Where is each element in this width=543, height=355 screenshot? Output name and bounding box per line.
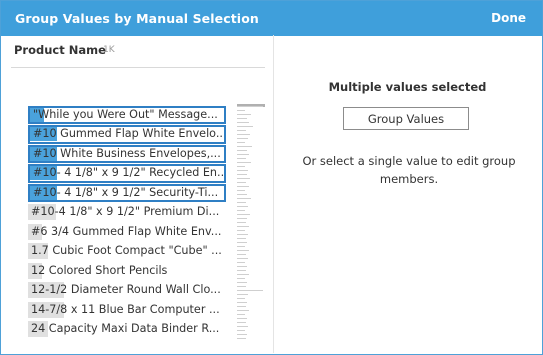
overview-mark bbox=[237, 274, 249, 275]
value-label: #10 White Business Envelopes,... bbox=[33, 146, 221, 160]
value-row[interactable]: 14-7/8 x 11 Blue Bar Computer ... bbox=[28, 301, 226, 319]
value-label: 1.7 Cubic Foot Compact "Cube" ... bbox=[31, 244, 222, 258]
overview-mark bbox=[237, 262, 245, 263]
overview-mark bbox=[237, 250, 249, 251]
overview-mark bbox=[237, 202, 246, 203]
overview-mark bbox=[237, 230, 245, 231]
overview-mark bbox=[237, 110, 245, 111]
overview-mark bbox=[237, 318, 247, 319]
overview-mark bbox=[237, 278, 245, 279]
overview-mark bbox=[237, 198, 251, 199]
overview-mark bbox=[237, 330, 245, 331]
value-row[interactable]: "While you Were Out" Message... bbox=[28, 106, 226, 125]
selection-status: Multiple values selected bbox=[328, 80, 487, 94]
field-name: Product Name bbox=[14, 43, 106, 57]
value-label: 12 Colored Short Pencils bbox=[31, 263, 168, 277]
value-row[interactable]: #6 3/4 Gummed Flap White Env... bbox=[28, 223, 226, 241]
overview-mark bbox=[237, 266, 247, 267]
value-row[interactable]: #10- 4 1/8" x 9 1/2" Recycled En... bbox=[28, 164, 226, 183]
overview-mark bbox=[237, 186, 249, 187]
overview-mark bbox=[237, 338, 246, 339]
overview-mark bbox=[237, 190, 245, 191]
overview-mark bbox=[237, 270, 246, 271]
overview-mark bbox=[237, 210, 245, 211]
overview-mark bbox=[237, 226, 249, 227]
overview-mark bbox=[237, 294, 248, 295]
value-label: 12-1/2 Diameter Round Wall Clo... bbox=[31, 283, 221, 297]
overview-mark bbox=[237, 178, 250, 179]
overview-mark bbox=[237, 310, 249, 311]
dialog-titlebar: Group Values by Manual Selection Done bbox=[1, 1, 542, 36]
field-header-rule bbox=[11, 67, 265, 68]
overview-mark bbox=[237, 158, 246, 159]
overview-mark bbox=[237, 298, 245, 299]
value-label: 14-7/8 x 11 Blue Bar Computer ... bbox=[31, 302, 220, 316]
overview-mark bbox=[237, 170, 248, 171]
overview-mark bbox=[237, 146, 252, 147]
overview-mark bbox=[237, 246, 245, 247]
overview-mark bbox=[237, 326, 248, 327]
value-row[interactable]: #10 Gummed Flap White Envelo... bbox=[28, 125, 226, 144]
overview-mark bbox=[237, 166, 245, 167]
value-row[interactable]: 12 Colored Short Pencils bbox=[28, 262, 226, 280]
value-label: #10- 4 1/8" x 9 1/2" Recycled En... bbox=[33, 166, 226, 180]
overview-mark bbox=[237, 238, 246, 239]
overview-mark bbox=[237, 138, 248, 139]
overview-mark bbox=[237, 254, 246, 255]
overview-mark bbox=[237, 174, 247, 175]
value-row[interactable]: #10- 4 1/8" x 9 1/2" Security-Ti... bbox=[28, 183, 226, 203]
overview-mark bbox=[237, 290, 263, 291]
overview-mark bbox=[237, 258, 248, 259]
value-label: #10-4 1/8" x 9 1/2" Premium Di... bbox=[31, 205, 220, 219]
overview-mark bbox=[237, 150, 247, 151]
value-label: 24 Capacity Maxi Data Binder R... bbox=[31, 322, 220, 336]
list-overview-scrollbar[interactable] bbox=[237, 104, 265, 344]
value-label: "While you Were Out" Message... bbox=[33, 108, 218, 121]
overview-mark bbox=[237, 162, 251, 163]
overview-mark bbox=[237, 302, 247, 303]
value-row[interactable]: 12-1/2 Diameter Round Wall Clo... bbox=[28, 281, 226, 299]
overview-mark bbox=[237, 134, 250, 135]
overview-mark bbox=[237, 306, 246, 307]
value-list: "While you Were Out" Message... #10 Gumme… bbox=[28, 106, 228, 340]
value-row[interactable]: 1.7 Cubic Foot Compact "Cube" ... bbox=[28, 242, 226, 260]
overview-mark bbox=[237, 126, 253, 127]
overview-mark bbox=[237, 154, 249, 155]
overview-mark bbox=[237, 234, 248, 235]
field-count: 1K bbox=[103, 45, 115, 55]
value-row[interactable]: #10-4 1/8" x 9 1/2" Premium Di... bbox=[28, 203, 226, 221]
overview-mark bbox=[237, 222, 246, 223]
overview-mark bbox=[237, 218, 247, 219]
overview-mark bbox=[237, 142, 245, 143]
value-label: #10- 4 1/8" x 9 1/2" Security-Ti... bbox=[33, 185, 219, 199]
overview-mark bbox=[237, 130, 246, 131]
overview-mark bbox=[237, 106, 263, 107]
overview-mark bbox=[237, 334, 247, 335]
group-values-button[interactable]: Group Values bbox=[343, 107, 469, 130]
overview-mark bbox=[237, 286, 246, 287]
overview-mark bbox=[237, 182, 246, 183]
dialog-title: Group Values by Manual Selection bbox=[15, 11, 259, 26]
overview-mark bbox=[237, 322, 246, 323]
overview-mark bbox=[237, 282, 247, 283]
overview-mark bbox=[237, 122, 249, 123]
selection-hint: Or select a single value to edit group m… bbox=[302, 154, 516, 186]
overview-mark bbox=[237, 242, 247, 243]
value-row[interactable]: 24 Capacity Maxi Data Binder R... bbox=[28, 320, 226, 338]
done-button[interactable]: Done bbox=[491, 11, 526, 25]
overview-mark bbox=[237, 214, 250, 215]
value-row[interactable]: #10 White Business Envelopes,... bbox=[28, 144, 226, 164]
overview-mark bbox=[237, 206, 248, 207]
value-label: #6 3/4 Gummed Flap White Env... bbox=[31, 224, 222, 238]
overview-mark bbox=[237, 314, 245, 315]
overview-mark bbox=[237, 194, 247, 195]
overview-mark bbox=[237, 118, 247, 119]
value-label: #10 Gummed Flap White Envelo... bbox=[33, 127, 226, 141]
overview-mark bbox=[237, 114, 251, 115]
